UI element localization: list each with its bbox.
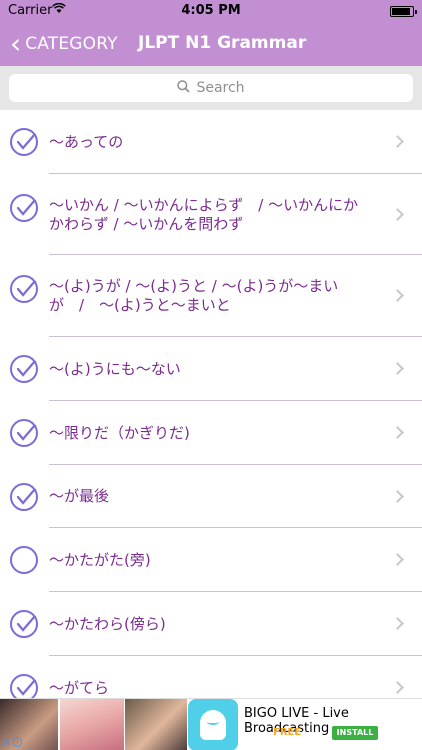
chevron-right-icon	[391, 362, 404, 375]
back-button-label: CATEGORY	[25, 34, 118, 54]
chevron-right-icon	[391, 208, 404, 221]
list-item-text: 〜がてら	[49, 679, 110, 697]
grammar-list[interactable]: 〜あっての 〜いかん / 〜いかんによらず / 〜いかんにかかわらず / 〜いか…	[0, 110, 422, 698]
search-icon	[177, 79, 191, 97]
battery-icon	[390, 6, 417, 17]
list-item[interactable]: 〜(よ)うにも〜ない	[0, 337, 422, 401]
list-item-text: 〜が最後	[49, 487, 110, 505]
list-item[interactable]: 〜限りだ（かぎりだ)	[0, 401, 422, 465]
checkmark-circle-icon	[10, 419, 38, 447]
list-item[interactable]: 〜かたわら(傍ら)	[0, 592, 422, 656]
install-button[interactable]: INSTALL	[332, 726, 378, 740]
search-bar-container: Search	[0, 66, 422, 110]
list-item-text: 〜かたがた(旁)	[49, 551, 151, 569]
page-title: JLPT N1 Grammar	[138, 33, 307, 53]
app-logo-icon	[188, 699, 238, 750]
list-item[interactable]: 〜いかん / 〜いかんによらず / 〜いかんにかかわらず / 〜いかんを問わず	[0, 174, 422, 255]
list-item[interactable]: 〜(よ)うが / 〜(よ)うと / 〜(よ)うが〜まいが / 〜(よ)うと〜まい…	[0, 255, 422, 337]
ad-choices-icon[interactable]: ✕ i	[2, 735, 22, 749]
list-item-text: 〜(よ)うにも〜ない	[49, 360, 181, 378]
chevron-left-icon: ‹	[10, 27, 22, 60]
list-item-text: 〜限りだ（かぎりだ)	[49, 424, 190, 442]
list-item[interactable]: 〜かたがた(旁)	[0, 528, 422, 592]
ad-price: FREE	[273, 727, 302, 738]
list-item-text: 〜いかん / 〜いかんによらず / 〜いかんにかかわらず / 〜いかんを問わず	[49, 196, 359, 233]
checkmark-circle-icon	[10, 610, 38, 638]
search-placeholder: Search	[196, 80, 245, 96]
list-item[interactable]: 〜が最後	[0, 465, 422, 528]
chevron-right-icon	[391, 617, 404, 630]
checkmark-circle-icon	[10, 483, 38, 511]
back-button[interactable]: ‹ CATEGORY	[10, 29, 118, 59]
search-input[interactable]: Search	[9, 74, 413, 102]
ad-banner[interactable]: ✕ i BIGO LIVE - Live Broadcasting FREE IN…	[0, 698, 422, 750]
checkmark-circle-icon	[10, 194, 38, 222]
navigation-bar: ‹ CATEGORY JLPT N1 Grammar	[0, 22, 422, 66]
chevron-right-icon	[391, 681, 404, 694]
ad-photo	[60, 699, 124, 750]
top-bar: Carrier 4:05 PM ‹ CATEGORY JLPT N1 Gramm…	[0, 0, 422, 66]
chevron-right-icon	[391, 553, 404, 566]
chevron-right-icon	[391, 135, 404, 148]
checkmark-circle-icon	[10, 275, 38, 303]
ad-photo	[125, 699, 187, 750]
list-item[interactable]: 〜がてら	[0, 656, 422, 698]
checkmark-circle-icon	[10, 128, 38, 156]
checkmark-circle-icon	[10, 674, 38, 698]
status-bar: Carrier 4:05 PM	[0, 0, 422, 22]
list-item-text: 〜かたわら(傍ら)	[49, 615, 166, 633]
list-item-text: 〜あっての	[49, 133, 124, 151]
chevron-right-icon	[391, 490, 404, 503]
chevron-right-icon	[391, 426, 404, 439]
chevron-right-icon	[391, 289, 404, 302]
status-time: 4:05 PM	[181, 3, 241, 18]
list-item[interactable]: 〜あっての	[0, 110, 422, 174]
empty-circle-icon	[10, 546, 38, 574]
checkmark-circle-icon	[10, 355, 38, 383]
list-item-text: 〜(よ)うが / 〜(よ)うと / 〜(よ)うが〜まいが / 〜(よ)うと〜まい…	[49, 277, 339, 314]
